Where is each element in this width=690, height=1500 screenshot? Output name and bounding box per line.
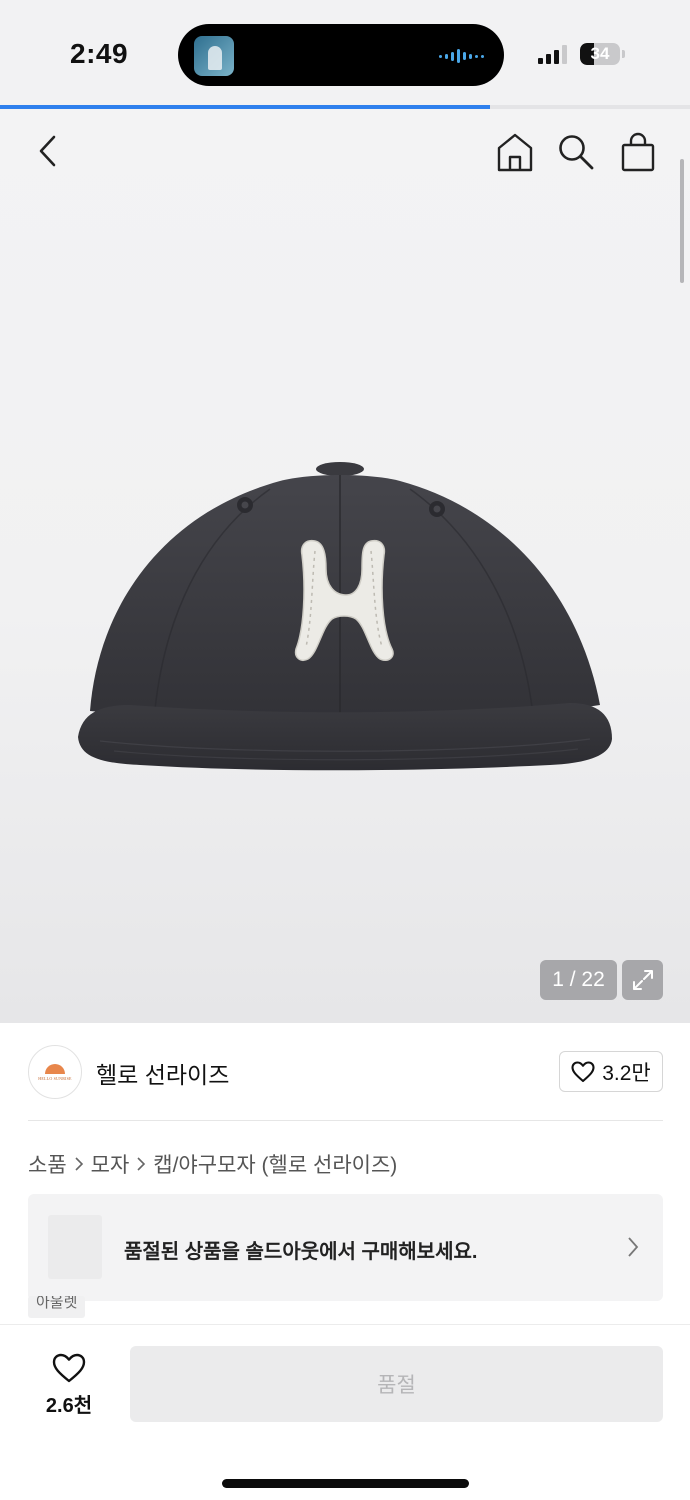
- brand-logo[interactable]: HELLO SUNRISE: [28, 1045, 82, 1099]
- home-indicator[interactable]: [222, 1479, 469, 1488]
- scroll-indicator[interactable]: [680, 159, 684, 283]
- battery-level: 34: [590, 44, 610, 63]
- brand-logo-text: HELLO SUNRISE: [38, 1075, 72, 1081]
- soldout-button[interactable]: 품절: [130, 1346, 663, 1422]
- now-playing-thumbnail: [194, 36, 234, 76]
- chevron-right-icon: [628, 1237, 639, 1257]
- expand-image-button[interactable]: [622, 960, 663, 1000]
- soldout-banner-text: 품절된 상품을 솔드아웃에서 구매해보세요.: [124, 1241, 478, 1263]
- cart-button[interactable]: [614, 128, 662, 176]
- heart-icon: [571, 1060, 595, 1082]
- search-icon: [559, 135, 594, 170]
- chevron-right-icon: [135, 1156, 147, 1172]
- battery-icon: 34: [580, 43, 620, 65]
- cellular-signal-icon: [538, 44, 567, 64]
- shopping-bag-icon: [621, 132, 655, 172]
- wishlist-button[interactable]: 2.6천: [26, 1345, 112, 1425]
- sun-logo-icon: [45, 1063, 65, 1074]
- brand-like-count: 3.2만: [602, 1061, 651, 1085]
- product-image-gallery[interactable]: 1 / 22: [0, 109, 690, 1023]
- brand-name[interactable]: 헬로 선라이즈: [96, 1056, 229, 1090]
- heart-icon: [52, 1353, 86, 1382]
- status-time: 2:49: [70, 38, 129, 69]
- image-counter: 1 / 22: [540, 960, 617, 1000]
- brand-like-button[interactable]: 3.2만: [559, 1051, 663, 1092]
- breadcrumb: 소품 모자 캡/야구모자 (헬로 선라이즈): [28, 1149, 397, 1179]
- battery-cap: [622, 50, 625, 58]
- status-bar: 2:49 34: [0, 0, 690, 106]
- bottom-action-bar: 2.6천 품절: [0, 1324, 690, 1500]
- home-icon: [497, 133, 533, 172]
- product-image-cap: [78, 462, 612, 771]
- chevron-right-icon: [73, 1156, 85, 1172]
- home-button[interactable]: [491, 128, 539, 176]
- search-button[interactable]: [552, 128, 600, 176]
- expand-icon: [632, 970, 653, 990]
- outlet-tag: 아울렛: [28, 1296, 86, 1318]
- soldout-banner[interactable]: 품절된 상품을 솔드아웃에서 구매해보세요.: [28, 1194, 663, 1301]
- banner-thumbnail: [48, 1215, 102, 1279]
- breadcrumb-item-subcategory[interactable]: 모자: [91, 1149, 130, 1179]
- wishlist-count: 2.6천: [45, 1394, 93, 1417]
- audio-wave-icon: [439, 46, 484, 66]
- back-button[interactable]: [24, 127, 72, 175]
- back-icon: [39, 135, 56, 167]
- dynamic-island[interactable]: [178, 24, 504, 86]
- breadcrumb-item-category[interactable]: 소품: [28, 1149, 67, 1179]
- breadcrumb-item-current[interactable]: 캡/야구모자 (헬로 선라이즈): [153, 1149, 397, 1179]
- divider: [28, 1120, 663, 1121]
